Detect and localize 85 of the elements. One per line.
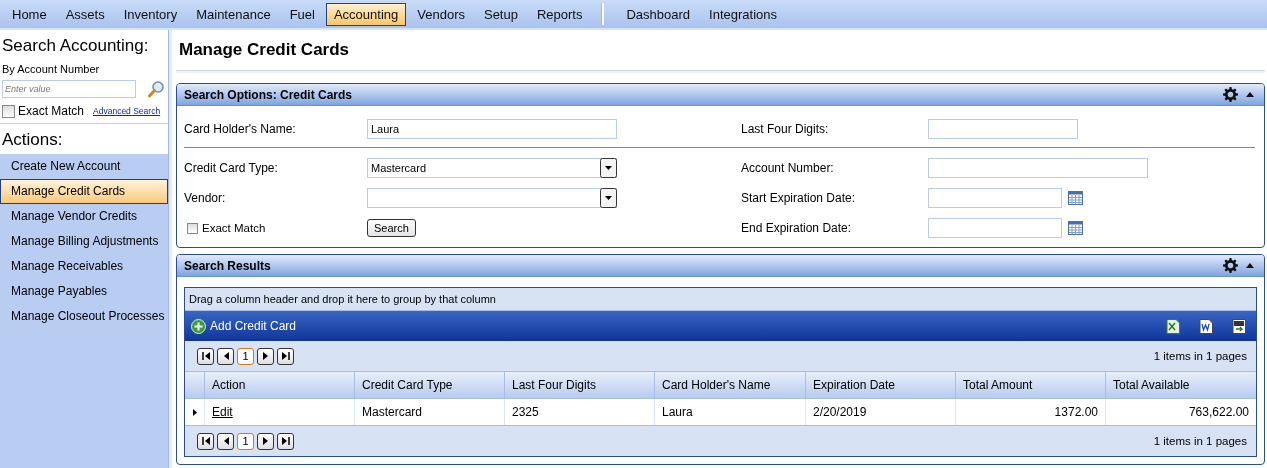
input-field[interactable]: [928, 119, 1078, 139]
last-page-button[interactable]: [277, 347, 294, 365]
field-label: Vendor:: [184, 191, 227, 205]
menu-item[interactable]: Vendors: [409, 2, 473, 26]
panel-title: Search Results: [184, 258, 272, 273]
checkbox-label: Exact Match: [18, 104, 85, 118]
field-label: Start Expiration Date:: [741, 191, 857, 205]
search-button[interactable]: Search: [367, 219, 416, 237]
page-title: Manage Credit Cards: [176, 30, 1265, 71]
first-page-button[interactable]: [197, 432, 214, 450]
last-page-icon: [281, 352, 290, 360]
next-page-icon: [262, 352, 269, 360]
action-item[interactable]: Manage Vendor Credits: [0, 204, 168, 229]
row-indicator-icon: [192, 408, 197, 416]
document-export-icon[interactable]: [1199, 318, 1213, 334]
field-value: Mastercard: [371, 162, 427, 174]
first-page-icon: [201, 352, 210, 360]
search-icon[interactable]: [148, 80, 165, 98]
next-page-button[interactable]: [257, 432, 274, 450]
pager-summary: 1 items in 1 pages: [1153, 435, 1247, 447]
sidebar-title: Search Accounting:: [2, 36, 150, 56]
menu-item[interactable]: Dashboard: [618, 2, 699, 26]
menu-item[interactable]: Maintenance: [188, 2, 279, 26]
field-label: Card Holder's Name:: [184, 122, 297, 136]
collapse-icon[interactable]: [1246, 263, 1254, 268]
previous-page-icon: [222, 352, 229, 360]
menu-item[interactable]: Inventory: [115, 2, 186, 26]
table-cell: Mastercard: [362, 405, 423, 419]
field-label: By Account Number: [2, 63, 101, 75]
collapse-icon[interactable]: [1246, 92, 1254, 97]
settings-icon[interactable]: [1223, 258, 1238, 273]
calendar-icon[interactable]: [1068, 221, 1083, 235]
date-field[interactable]: [928, 218, 1062, 238]
menu-item[interactable]: Assets: [57, 2, 113, 26]
field-label: Credit Card Type:: [184, 161, 279, 175]
settings-icon[interactable]: [1223, 87, 1238, 102]
table-cell: Laura: [662, 405, 693, 419]
last-page-button[interactable]: [277, 432, 294, 450]
advanced-search-link[interactable]: Advanced Search: [93, 106, 161, 116]
table-cell: 2325: [512, 405, 539, 419]
menu-item[interactable]: Reports: [528, 2, 591, 26]
field-label: Last Four Digits:: [741, 122, 830, 136]
spreadsheet-export-icon[interactable]: [1166, 318, 1180, 334]
menu-item[interactable]: Accounting: [325, 2, 407, 26]
input-field[interactable]: Laura: [367, 119, 617, 139]
field-value: Laura: [371, 123, 400, 135]
action-item[interactable]: Manage Payables: [0, 279, 168, 304]
table-cell: 763,622.00: [1188, 405, 1249, 419]
page-button[interactable]: 1: [237, 432, 254, 450]
next-page-icon: [262, 437, 269, 445]
action-item[interactable]: Manage Receivables: [0, 254, 168, 279]
table-cell: 1372.00: [1054, 405, 1098, 419]
dropdown-field[interactable]: Mastercard: [367, 158, 617, 178]
action-item[interactable]: Manage Billing Adjustments: [0, 229, 168, 254]
date-field[interactable]: [928, 188, 1062, 208]
previous-page-button[interactable]: [217, 347, 234, 365]
action-item[interactable]: Manage Closeout Processes: [0, 304, 168, 329]
previous-page-button[interactable]: [217, 432, 234, 450]
panel-title: Search Options: Credit Cards: [184, 87, 354, 102]
plus-icon: [191, 318, 206, 334]
menu-item[interactable]: Integrations: [701, 2, 786, 26]
menu-item[interactable]: Home: [4, 2, 55, 26]
last-page-icon: [281, 437, 290, 445]
csv-export-icon[interactable]: [1232, 318, 1246, 334]
calendar-icon[interactable]: [1068, 191, 1083, 205]
menu-item[interactable]: Setup: [475, 2, 526, 26]
previous-page-icon: [222, 437, 229, 445]
page-button[interactable]: 1: [237, 347, 254, 365]
first-page-button[interactable]: [197, 347, 214, 365]
table-cell: 2/20/2019: [813, 405, 867, 419]
checkbox-label: Exact Match: [202, 222, 266, 234]
pager-summary: 1 items in 1 pages: [1153, 350, 1247, 362]
checkbox[interactable]: [187, 222, 198, 234]
field-label: Account Number:: [741, 161, 835, 175]
dropdown-field[interactable]: [367, 188, 617, 208]
next-page-button[interactable]: [257, 347, 274, 365]
action-item[interactable]: Manage Credit Cards: [0, 179, 168, 204]
edit-link[interactable]: Edit: [212, 405, 233, 419]
action-item[interactable]: Create New Account: [0, 154, 168, 179]
field-label: End Expiration Date:: [741, 221, 853, 235]
checkbox[interactable]: [2, 104, 15, 118]
input-field[interactable]: [928, 158, 1148, 178]
first-page-icon: [201, 437, 210, 445]
menu-item[interactable]: Fuel: [281, 2, 323, 26]
search-field[interactable]: Enter value: [2, 80, 136, 98]
